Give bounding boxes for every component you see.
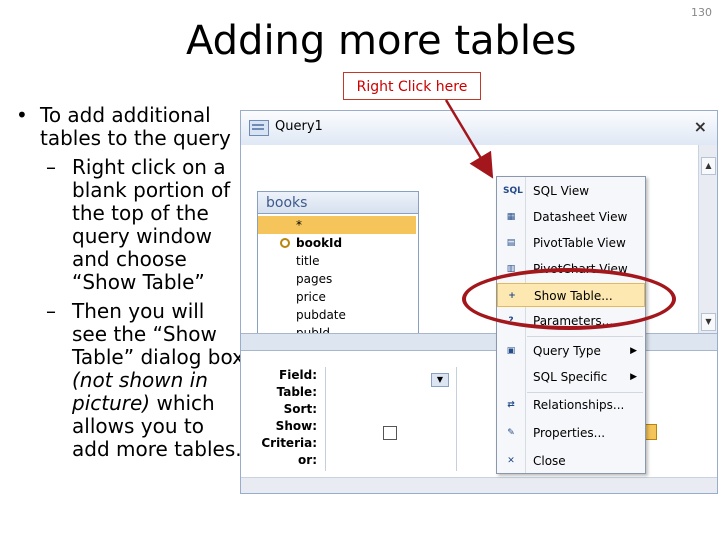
field-pubdate[interactable]: pubdate: [296, 306, 346, 324]
query-icon: [249, 120, 269, 136]
vertical-scrollbar[interactable]: ▲ ▼: [698, 145, 717, 333]
field-bookid[interactable]: bookId: [296, 234, 342, 252]
grid-row-labels: Field: Table: Sort: Show: Criteria: or:: [261, 367, 317, 469]
sql-icon: SQL: [503, 186, 523, 196]
sql-specific-icon: [503, 370, 519, 384]
menu-item-query-type[interactable]: ▣ Query Type ▶: [497, 339, 645, 363]
submenu-arrow-icon: ▶: [630, 372, 637, 382]
books-table[interactable]: books * bookId title pages price pubdate…: [257, 191, 419, 345]
horizontal-scrollbar[interactable]: [241, 477, 717, 493]
chevron-down-icon[interactable]: ▼: [431, 373, 449, 387]
submenu-arrow-icon: ▶: [630, 346, 637, 356]
scroll-down-icon[interactable]: ▼: [701, 313, 716, 331]
bullet-main: To add additional tables to the query: [14, 104, 244, 150]
properties-icon: ✎: [507, 428, 515, 438]
field-title[interactable]: title: [296, 252, 319, 270]
arrow-line: [444, 99, 494, 179]
grid-selected-cell[interactable]: [645, 424, 657, 440]
key-icon: [280, 238, 290, 248]
field-price[interactable]: price: [296, 288, 326, 306]
bullet-list: To add additional tables to the query –R…: [14, 104, 244, 461]
relationships-icon: ⇄: [507, 400, 515, 410]
menu-item-close[interactable]: ✕ Close: [497, 449, 645, 473]
pivottable-icon: ▤: [506, 238, 516, 248]
query-type-icon: ▣: [506, 346, 516, 356]
menu-item-pivottable-view[interactable]: ▤ PivotTable View: [497, 231, 645, 255]
menu-item-sql-view[interactable]: SQL SQL View: [497, 179, 645, 203]
field-star[interactable]: *: [296, 216, 302, 234]
grid-label-sort: Sort:: [283, 402, 317, 416]
scroll-up-icon[interactable]: ▲: [701, 157, 716, 175]
grid-label-show: Show:: [275, 419, 317, 433]
table-name: books: [258, 192, 418, 214]
query-tab-title: Query1: [275, 119, 323, 134]
close-icon: ✕: [507, 456, 515, 466]
pane-splitter[interactable]: [241, 333, 717, 351]
grid-label-table: Table:: [276, 385, 317, 399]
callout-arrow: [444, 99, 494, 179]
grid-label-criteria: Criteria:: [261, 436, 317, 450]
menu-item-relationships[interactable]: ⇄ Relationships...: [497, 393, 645, 417]
show-checkbox[interactable]: [383, 426, 397, 440]
datasheet-icon: ▦: [506, 212, 516, 222]
close-icon[interactable]: ×: [694, 117, 707, 136]
menu-item-sql-specific[interactable]: SQL Specific ▶: [497, 365, 645, 389]
grid-label-or: or:: [298, 453, 317, 467]
menu-item-properties[interactable]: ✎ Properties...: [497, 421, 645, 445]
bullet-sub-2: – Then you will see the “Show Table” dial…: [46, 299, 244, 461]
highlight-ellipse: [462, 268, 676, 330]
page-number: 130: [691, 6, 712, 19]
callout-box: Right Click here: [343, 72, 481, 100]
menu-item-datasheet-view[interactable]: ▦ Datasheet View: [497, 205, 645, 229]
bullet-sub-1: – Right click on a blank portion of the t…: [46, 155, 231, 294]
field-row-selected[interactable]: [258, 216, 416, 234]
menu-separator: [527, 336, 643, 337]
field-pages[interactable]: pages: [296, 270, 332, 288]
grid-label-field: Field:: [279, 368, 317, 382]
